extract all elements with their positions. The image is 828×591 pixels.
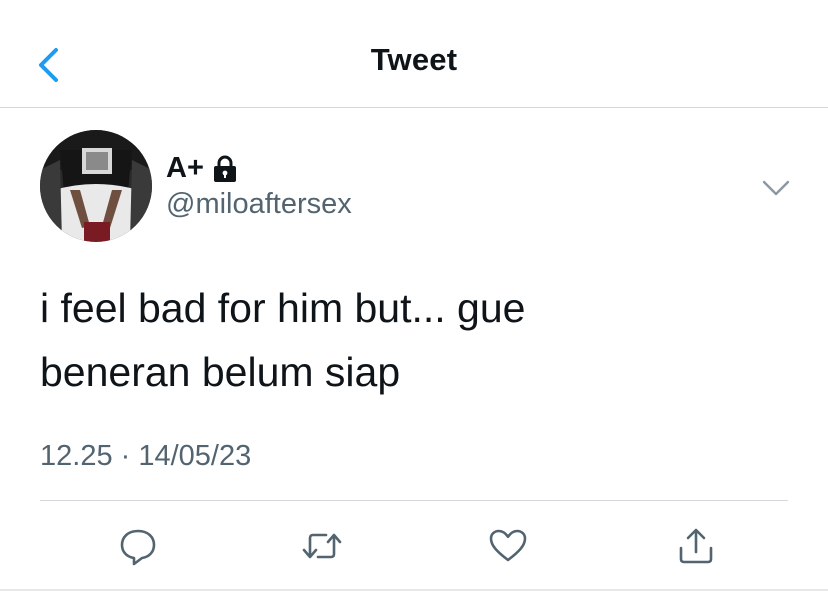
navigation-bar: Tweet xyxy=(0,0,828,108)
speech-bubble-icon xyxy=(120,529,156,566)
like-button[interactable] xyxy=(482,520,534,572)
page-title: Tweet xyxy=(370,42,458,77)
share-icon xyxy=(679,528,713,564)
action-bar xyxy=(0,520,828,576)
avatar[interactable] xyxy=(40,130,152,242)
tweet-menu-button[interactable] xyxy=(760,176,792,200)
retweet-icon xyxy=(302,533,342,559)
avatar-photo xyxy=(40,130,152,242)
retweet-button[interactable] xyxy=(296,520,348,572)
share-button[interactable] xyxy=(670,520,722,572)
heart-icon xyxy=(489,529,527,562)
divider xyxy=(40,500,788,501)
author-name-row[interactable]: A+ xyxy=(166,152,238,185)
tweet-timestamp[interactable]: 12.25 · 14/05/23 xyxy=(40,440,251,473)
author-display-name[interactable]: A+ xyxy=(166,152,204,185)
chevron-down-icon xyxy=(762,180,790,196)
tweet-text-line: beneran belum siap xyxy=(40,349,401,395)
reply-button[interactable] xyxy=(112,520,164,572)
tweet-text: i feel bad for him but... gue beneran be… xyxy=(40,276,680,404)
tweet-text-line: i feel bad for him but... gue xyxy=(40,285,526,331)
author-handle[interactable]: @miloaftersex xyxy=(166,188,352,221)
lock-icon xyxy=(213,155,236,182)
